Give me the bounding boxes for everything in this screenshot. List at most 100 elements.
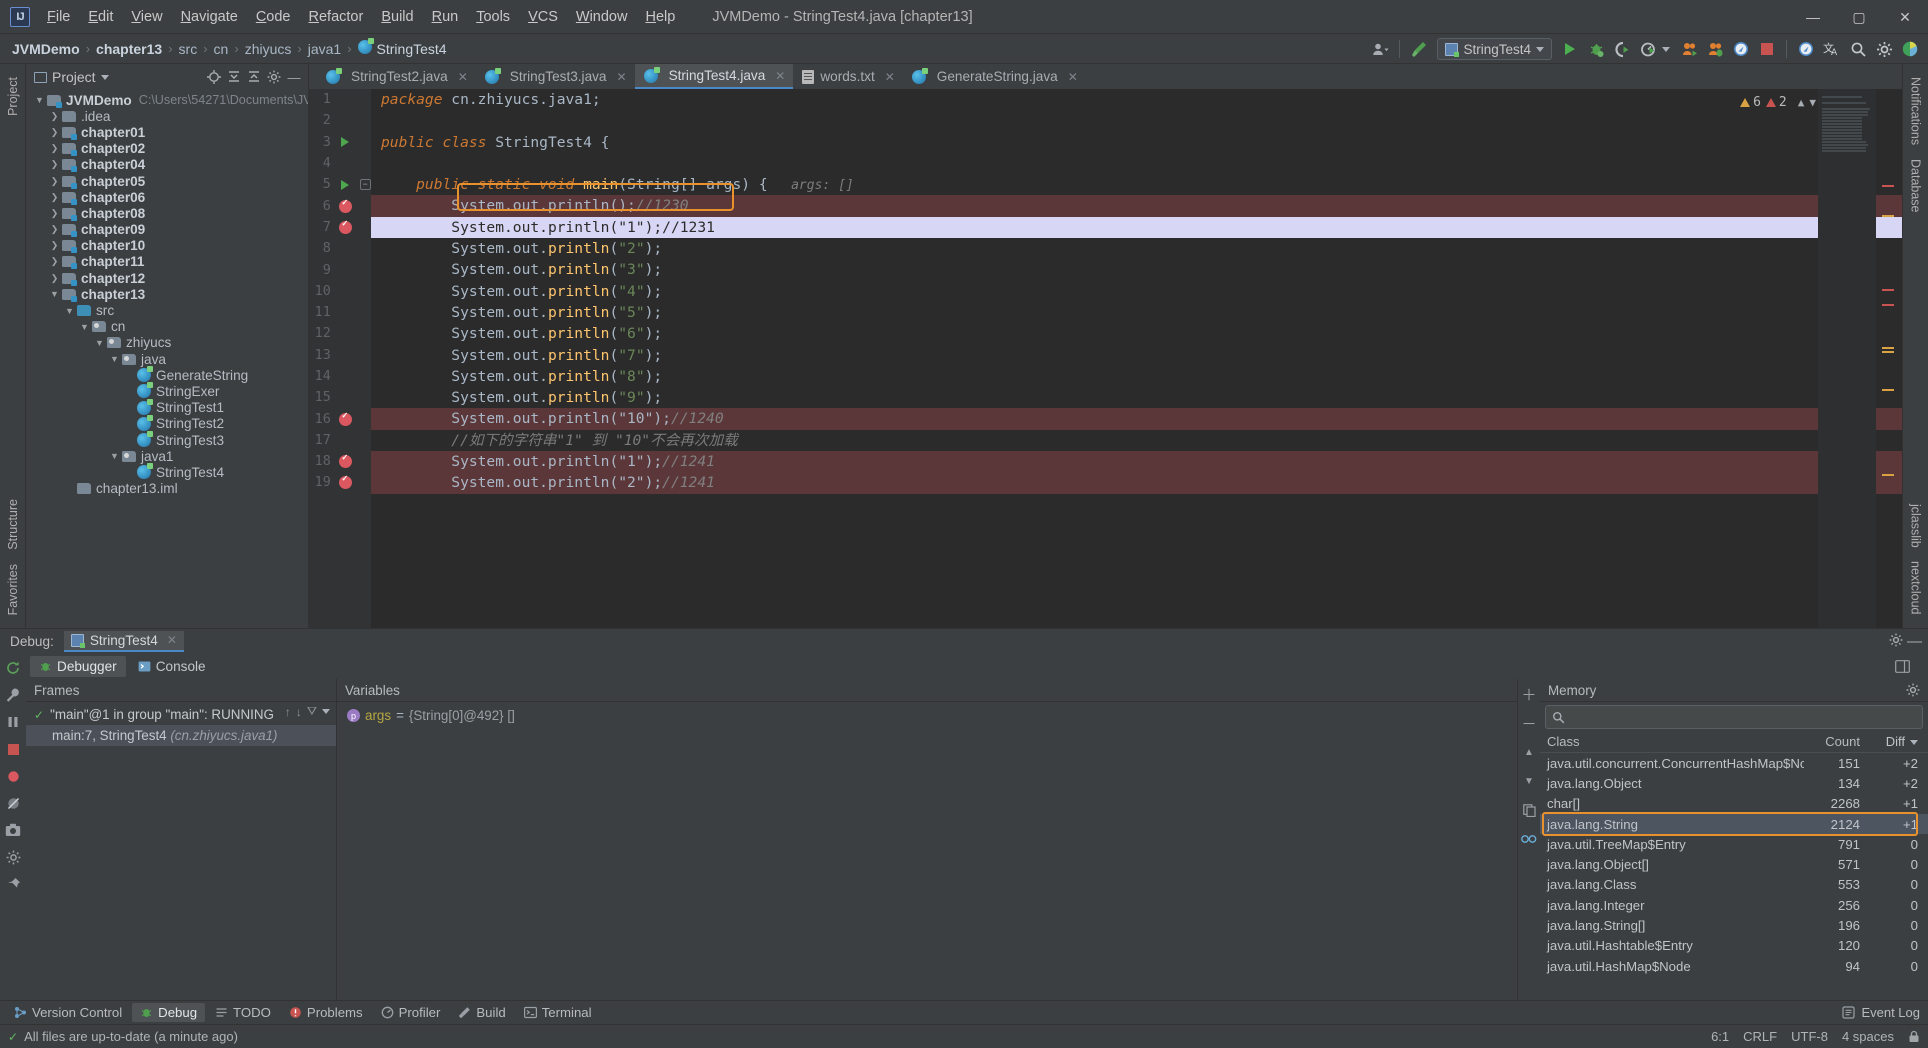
gutter-line-10[interactable]: 10 <box>309 281 371 302</box>
gutter-line-13[interactable]: 13 <box>309 345 371 366</box>
chevron-down-icon[interactable] <box>100 74 109 80</box>
menu-help[interactable]: Help <box>636 5 684 29</box>
memory-table[interactable]: java.util.concurrent.ConcurrentHashMap$N… <box>1540 753 1928 1000</box>
toolwindow-profiler[interactable]: Profiler <box>373 1003 449 1022</box>
tree-node-StringTest2[interactable]: StringTest2 <box>26 414 308 432</box>
debug-tab-console[interactable]: Console <box>129 656 215 677</box>
rail-tab-nextcloud[interactable]: nextcloud <box>1906 554 1926 622</box>
layout-settings-icon[interactable] <box>1886 657 1919 676</box>
run-gutter-icon[interactable] <box>341 137 350 148</box>
move-down-icon[interactable]: ▼ <box>1520 772 1538 790</box>
expand-all-icon[interactable] <box>224 67 244 87</box>
close-icon[interactable]: ✕ <box>167 633 177 647</box>
menu-tools[interactable]: Tools <box>467 5 519 29</box>
breadcrumb-item-zhiyucs[interactable]: zhiyucs <box>241 39 296 59</box>
tree-toggle[interactable]: ▼ <box>62 306 77 316</box>
code-line-7[interactable]: System.out.println("1");//1231 <box>371 216 1902 239</box>
camera-icon[interactable] <box>4 821 22 839</box>
editor-tab-StringTest4.java[interactable]: StringTest4.java ✕ <box>634 64 794 89</box>
gutter-line-19[interactable]: 19 <box>309 472 371 493</box>
tree-node-chapter13.iml[interactable]: chapter13.iml <box>26 481 308 497</box>
tree-toggle[interactable]: ▼ <box>47 289 62 299</box>
gutter-line-2[interactable]: 2 <box>309 110 371 131</box>
memory-row[interactable]: java.util.concurrent.ConcurrentHashMap$N… <box>1540 753 1928 773</box>
settings-gear-icon[interactable] <box>1889 633 1903 650</box>
tree-toggle[interactable]: ❯ <box>47 256 62 267</box>
code-line-2[interactable] <box>371 110 1902 131</box>
gutter-line-1[interactable]: 1 <box>309 89 371 110</box>
event-log-label[interactable]: Event Log <box>1861 1005 1920 1020</box>
close-icon[interactable]: ✕ <box>775 69 785 83</box>
inspect-icon[interactable] <box>1520 830 1538 848</box>
maximize-button[interactable]: ▢ <box>1836 0 1882 34</box>
tree-node-chapter06[interactable]: ❯ chapter06 <box>26 189 308 205</box>
code-line-9[interactable]: System.out.println("3"); <box>371 259 1902 280</box>
settings-gear-icon[interactable] <box>1906 683 1920 697</box>
tree-toggle[interactable]: ❯ <box>47 176 62 187</box>
inspection-status[interactable]: 6 2 ▲ ▼ <box>1740 95 1816 110</box>
memory-row[interactable]: java.lang.String[] 196 0 <box>1540 915 1928 935</box>
error-stripe[interactable] <box>1882 89 1894 628</box>
indent-setting[interactable]: 4 spaces <box>1842 1029 1894 1044</box>
breakpoint-icon[interactable] <box>338 198 352 213</box>
menu-view[interactable]: View <box>122 5 171 29</box>
memory-col-class[interactable]: Class <box>1540 734 1804 749</box>
tree-node-cn[interactable]: ▼ cn <box>26 319 308 335</box>
memory-col-diff[interactable]: Diff <box>1870 734 1928 749</box>
breakpoint-icon[interactable] <box>338 411 352 426</box>
menu-edit[interactable]: Edit <box>79 5 122 29</box>
fold-marker-icon[interactable]: − <box>359 179 371 191</box>
error-stripe-mark[interactable] <box>1882 185 1894 187</box>
attach-profiler-icon[interactable] <box>1677 37 1701 61</box>
file-encoding[interactable]: UTF-8 <box>1791 1029 1828 1044</box>
chevron-up-icon[interactable]: ▲ <box>1798 96 1805 109</box>
tree-node-zhiyucs[interactable]: ▼ zhiyucs <box>26 335 308 351</box>
gutter-line-14[interactable]: 14 <box>309 366 371 387</box>
thread-down-icon[interactable]: ↓ <box>296 705 302 719</box>
rail-tab-jclasslib[interactable]: jclasslib <box>1906 497 1926 555</box>
memory-row[interactable]: java.lang.String 2124 +1 <box>1540 813 1928 835</box>
code-line-8[interactable]: System.out.println("2"); <box>371 238 1902 259</box>
run-icon[interactable] <box>1558 37 1582 61</box>
breakpoint-icon[interactable] <box>338 474 352 490</box>
toolwindow-build[interactable]: Build <box>450 1003 513 1022</box>
gutter-line-4[interactable]: 4 <box>309 153 371 174</box>
tree-node-chapter08[interactable]: ❯ chapter08 <box>26 205 308 221</box>
user-icon[interactable] <box>1368 37 1392 61</box>
gutter-mark[interactable] <box>331 474 359 490</box>
debug-tab-debugger[interactable]: Debugger <box>30 655 126 677</box>
tree-node-chapter13[interactable]: ▼ chapter13 <box>26 286 308 302</box>
toolwindow-version-control[interactable]: Version Control <box>6 1003 130 1022</box>
tree-node-src[interactable]: ▼ src <box>26 302 308 318</box>
gutter-line-12[interactable]: 12 <box>309 323 371 344</box>
gutter-line-7[interactable]: 7 <box>309 217 371 238</box>
editor-gutter[interactable]: 1 2 3 4 5 − 6 ✓ 7 ✓ 8 9 10 11 12 13 14 1… <box>309 89 371 628</box>
tree-toggle[interactable]: ▼ <box>92 338 107 348</box>
debug-session-tab[interactable]: StringTest4 ✕ <box>63 630 184 652</box>
variable-row[interactable]: p args = {String[0]@492} [] <box>337 705 1517 726</box>
locate-icon[interactable] <box>204 67 224 87</box>
tree-toggle[interactable]: ❯ <box>47 224 62 235</box>
tree-node-chapter04[interactable]: ❯ chapter04 <box>26 157 308 173</box>
mute-breakpoints-icon[interactable] <box>4 794 22 812</box>
lock-icon[interactable] <box>1908 1030 1920 1043</box>
code-line-4[interactable] <box>371 153 1902 174</box>
error-stripe-mark[interactable] <box>1882 474 1894 476</box>
event-log-area[interactable]: Event Log <box>1842 1005 1920 1020</box>
memory-row[interactable]: java.lang.Class 553 0 <box>1540 875 1928 895</box>
stop-icon[interactable] <box>4 740 22 758</box>
frame-row[interactable]: main:7, StringTest4 (cn.zhiyucs.java1) <box>26 725 336 746</box>
tree-node-StringTest4[interactable]: StringTest4 <box>26 463 308 480</box>
gutter-line-15[interactable]: 15 <box>309 387 371 408</box>
editor-tab-words.txt[interactable]: words.txt ✕ <box>793 64 903 89</box>
menu-build[interactable]: Build <box>372 5 422 29</box>
error-stripe-mark[interactable] <box>1882 215 1894 217</box>
tree-node-java[interactable]: ▼ java <box>26 351 308 367</box>
memory-row[interactable]: java.lang.Object 134 +2 <box>1540 773 1928 793</box>
project-tree[interactable]: ▼ JVMDemo C:\Users\54271\Documents\JVMDemo… <box>26 90 308 628</box>
code-line-17[interactable]: //如下的字符串"1" 到 "10"不会再次加载 <box>371 430 1902 451</box>
tree-toggle[interactable]: ❯ <box>47 159 62 170</box>
gutter-line-6[interactable]: 6 <box>309 195 371 216</box>
chevron-down-icon[interactable]: ▼ <box>1809 96 1816 109</box>
breadcrumb-item-src[interactable]: src <box>175 39 202 59</box>
